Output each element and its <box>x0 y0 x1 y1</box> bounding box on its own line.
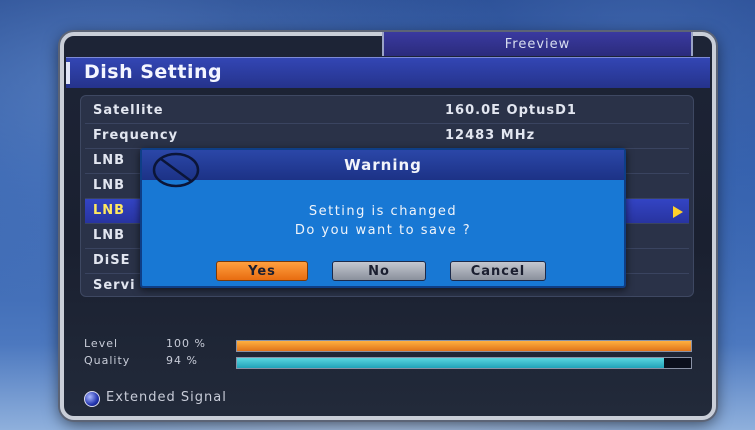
row-label: Servi <box>93 278 136 293</box>
row-label: Satellite <box>93 103 164 118</box>
level-value: 100 % <box>166 337 206 350</box>
quality-value: 94 % <box>166 354 198 367</box>
tab-label: Freeview <box>504 36 571 52</box>
title-marker <box>66 62 70 84</box>
yes-button[interactable]: Yes <box>216 261 308 281</box>
dialog-message: Setting is changed Do you want to save ? <box>142 202 624 240</box>
row-label: LNB <box>93 153 126 168</box>
row-label: LNB <box>93 203 126 218</box>
warning-dialog: Warning Setting is changed Do you want t… <box>140 148 626 288</box>
footer-label: Extended Signal <box>106 390 227 405</box>
settings-row-satellite[interactable]: Satellite 160.0E OptusD1 <box>85 99 689 124</box>
signal-quality-row: Quality 94 % <box>84 354 692 370</box>
dialog-title: Warning <box>344 156 422 174</box>
row-value: 160.0E OptusD1 <box>445 103 577 118</box>
quality-label: Quality <box>84 354 131 367</box>
row-value: 12483 MHz <box>445 128 536 143</box>
signal-level-row: Level 100 % <box>84 337 692 353</box>
dialog-message-line: Do you want to save ? <box>294 223 472 238</box>
title-bar: Dish Setting <box>66 57 710 88</box>
quality-bar-fill <box>237 358 664 368</box>
row-label: DiSE <box>93 253 131 268</box>
row-label: LNB <box>93 178 126 193</box>
level-label: Level <box>84 337 119 350</box>
row-label: LNB <box>93 228 126 243</box>
row-label: Frequency <box>93 128 179 143</box>
signal-panel: Level 100 % Quality 94 % <box>84 333 692 371</box>
no-button[interactable]: No <box>332 261 426 281</box>
tab-freeview[interactable]: Freeview <box>382 32 693 56</box>
dialog-header: Warning <box>142 150 624 180</box>
prohibited-icon <box>152 152 200 188</box>
level-bar-fill <box>237 341 691 351</box>
quality-bar <box>236 357 692 369</box>
level-bar <box>236 340 692 352</box>
settings-row-frequency[interactable]: Frequency 12483 MHz <box>85 124 689 149</box>
dialog-message-line: Setting is changed <box>308 204 458 219</box>
cancel-button[interactable]: Cancel <box>450 261 546 281</box>
page-title: Dish Setting <box>84 61 223 83</box>
arrow-right-icon[interactable] <box>673 206 683 218</box>
blue-dot-icon <box>84 391 100 407</box>
